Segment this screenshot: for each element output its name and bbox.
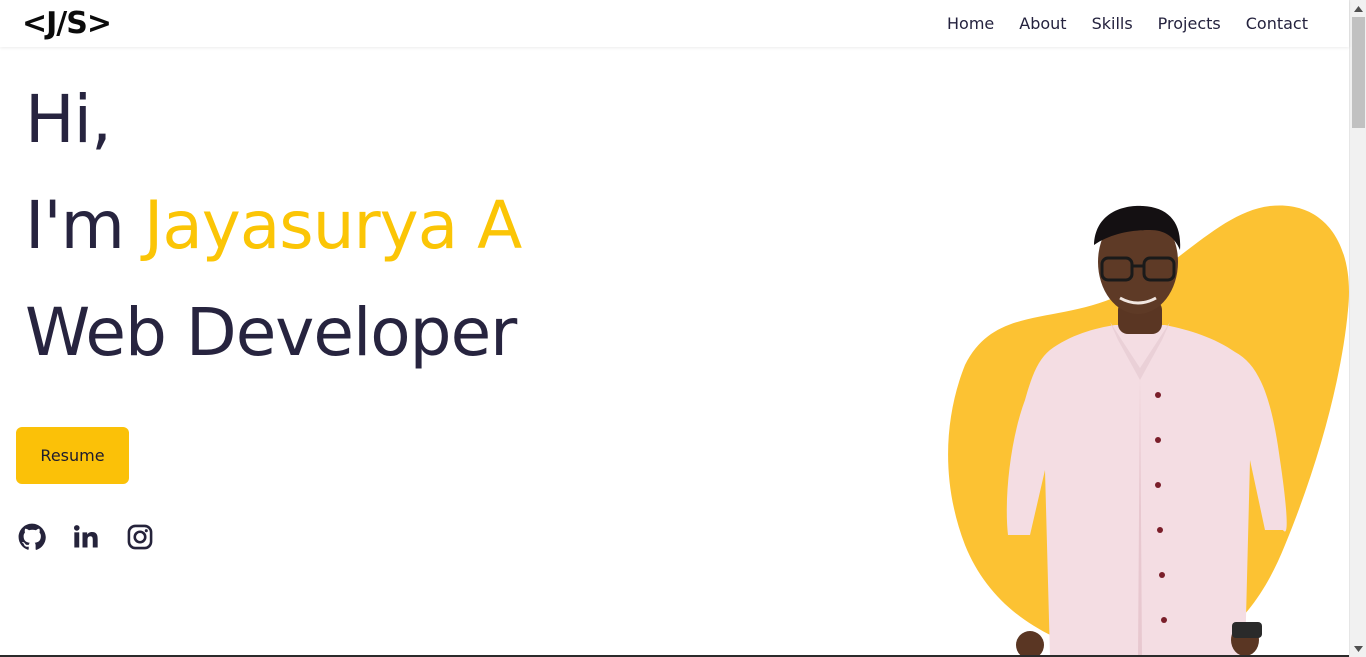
nav-skills-link[interactable]: Skills	[1092, 14, 1133, 33]
linkedin-icon	[73, 525, 98, 548]
hero-role: Web Developer	[25, 294, 517, 371]
top-navbar: <J/S> Home About Skills Projects Contact	[0, 0, 1349, 47]
profile-photo	[1006, 205, 1287, 657]
linkedin-link[interactable]	[71, 521, 101, 553]
scrollbar-thumb[interactable]	[1352, 17, 1365, 128]
site-logo[interactable]: <J/S>	[22, 4, 112, 44]
hero-name: Jayasurya A	[143, 187, 522, 264]
instagram-link[interactable]	[125, 521, 155, 553]
nav-contact-link[interactable]: Contact	[1246, 14, 1308, 33]
scroll-down-arrow-icon[interactable]	[1350, 640, 1366, 657]
social-links	[17, 521, 155, 553]
scroll-up-arrow-icon[interactable]	[1350, 0, 1366, 17]
github-icon	[18, 523, 46, 550]
vertical-scrollbar[interactable]	[1349, 0, 1366, 657]
nav-projects-link[interactable]: Projects	[1158, 14, 1221, 33]
hero-intro: I'm Jayasurya A	[25, 186, 522, 266]
nav-home-link[interactable]: Home	[947, 14, 994, 33]
main-nav: Home About Skills Projects Contact	[947, 0, 1308, 47]
instagram-icon	[127, 524, 153, 550]
hero-intro-prefix: I'm	[25, 187, 144, 264]
nav-about-link[interactable]: About	[1019, 14, 1066, 33]
resume-button[interactable]: Resume	[16, 427, 129, 484]
hero-greeting: Hi,	[25, 81, 112, 158]
page: <J/S> Home About Skills Projects Contact…	[0, 0, 1366, 657]
github-link[interactable]	[17, 521, 47, 553]
